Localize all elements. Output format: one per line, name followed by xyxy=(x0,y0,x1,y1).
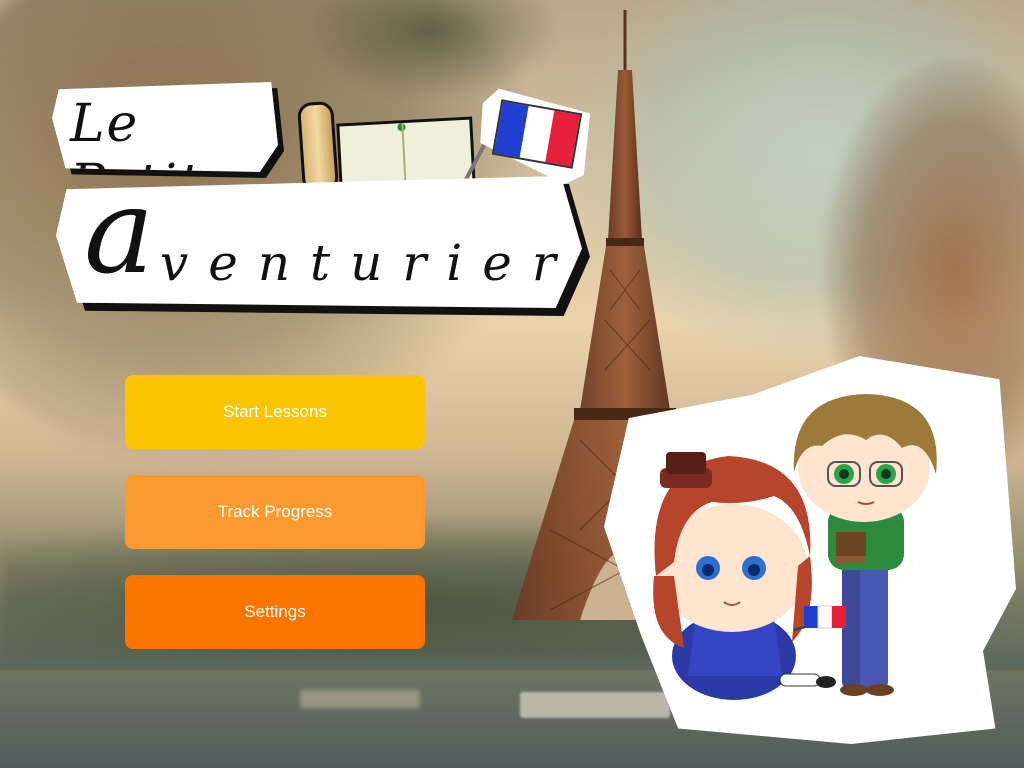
main-menu: Start Lessons Track Progress Settings xyxy=(125,375,425,649)
track-progress-button[interactable]: Track Progress xyxy=(125,475,425,549)
settings-button[interactable]: Settings xyxy=(125,575,425,649)
boat xyxy=(300,690,420,708)
start-lessons-button[interactable]: Start Lessons xyxy=(125,375,425,449)
logo-title-top: Le Petit xyxy=(52,82,278,172)
logo-text-aventurier: venturier xyxy=(160,234,576,292)
baguette-icon xyxy=(296,100,340,194)
characters-illustration xyxy=(653,394,937,700)
boy-character xyxy=(793,394,937,696)
characters-sticker xyxy=(604,356,1016,744)
game-logo: Le Petit a venturier xyxy=(50,78,595,318)
logo-initial: a xyxy=(84,162,155,300)
logo-title-bottom: a venturier xyxy=(56,176,582,308)
